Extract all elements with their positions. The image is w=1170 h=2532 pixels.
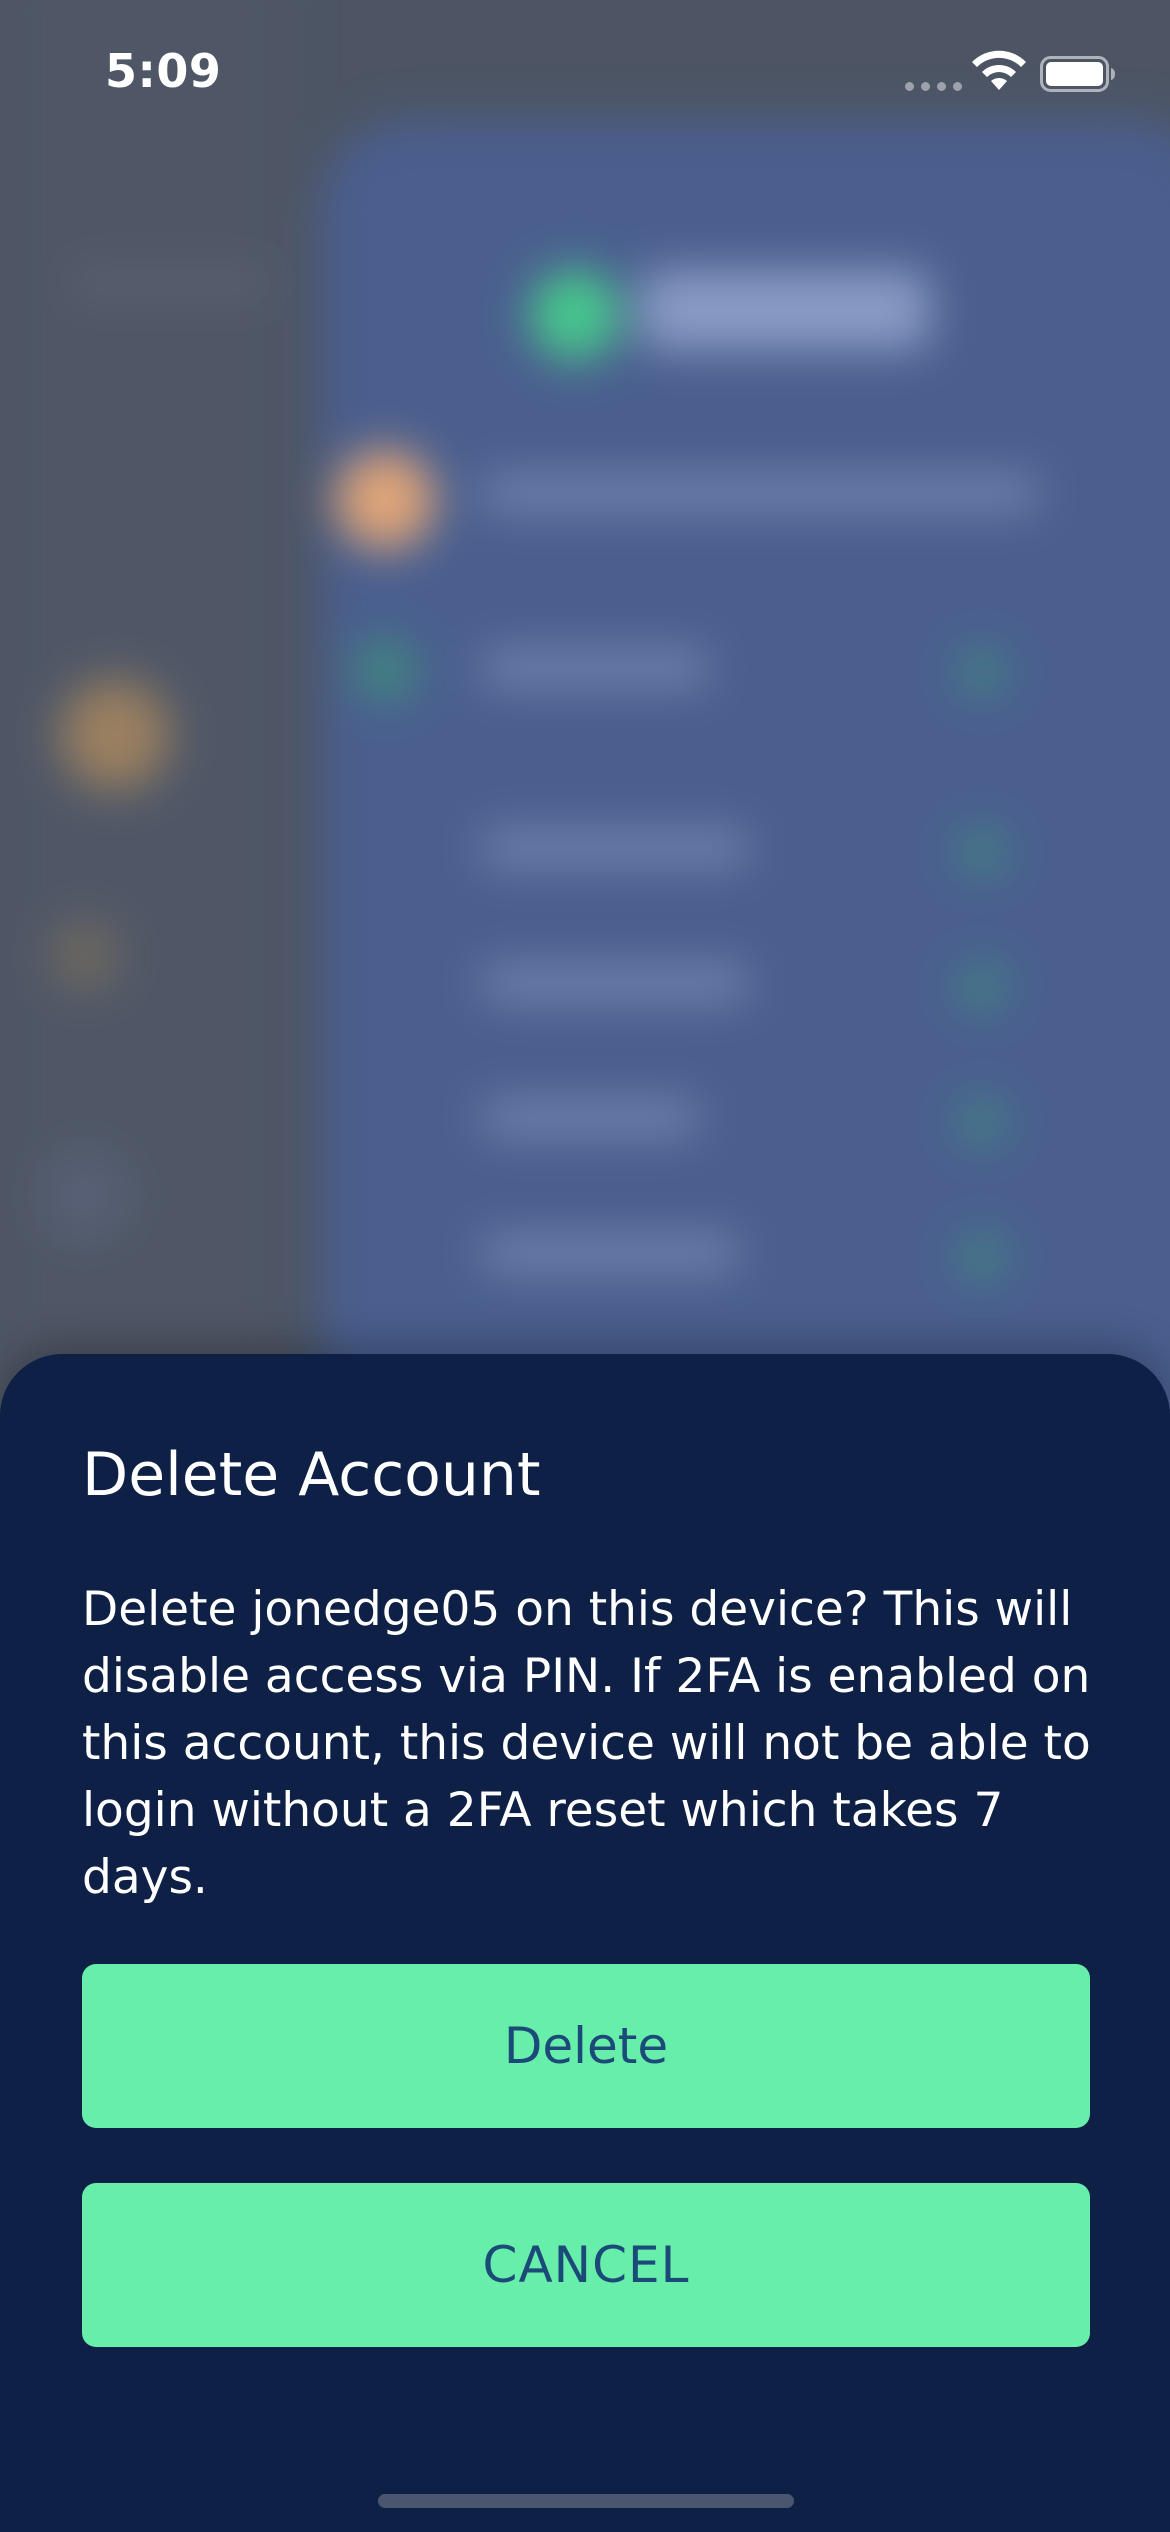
background-row-dot <box>960 1100 1004 1144</box>
delete-account-modal: Delete Account Delete jonedge05 on this … <box>0 1354 1170 2532</box>
background-menu-bar <box>70 270 270 296</box>
background-row-bar <box>480 830 750 866</box>
home-indicator[interactable] <box>378 2494 794 2508</box>
wifi-icon <box>972 50 1026 90</box>
background-icon <box>50 920 120 990</box>
cancel-button[interactable]: CANCEL <box>82 2183 1090 2347</box>
background-row-bar <box>480 1235 740 1271</box>
background-user-avatar <box>335 450 435 550</box>
cellular-signal-icon <box>905 82 962 91</box>
background-row-bar <box>480 650 710 686</box>
background-row-icon <box>355 640 415 700</box>
background-icon <box>40 1150 130 1240</box>
background-row-bar <box>480 965 750 1001</box>
background-row-bar <box>480 1100 700 1136</box>
background-row-dot <box>960 830 1004 874</box>
modal-title: Delete Account <box>82 1440 541 1510</box>
background-row-dot <box>960 650 1004 694</box>
background-logo-text <box>640 270 930 350</box>
status-bar: 5:09 <box>0 0 1170 150</box>
battery-icon <box>1040 56 1115 92</box>
background-avatar <box>60 680 170 790</box>
background-user-bar <box>480 475 1040 511</box>
status-time: 5:09 <box>105 44 222 98</box>
background-logo-dot <box>530 270 620 360</box>
background-row-dot <box>960 965 1004 1009</box>
delete-button[interactable]: Delete <box>82 1964 1090 2128</box>
background-row-dot <box>960 1235 1004 1279</box>
modal-message: Delete jonedge05 on this device? This wi… <box>82 1582 1091 1905</box>
